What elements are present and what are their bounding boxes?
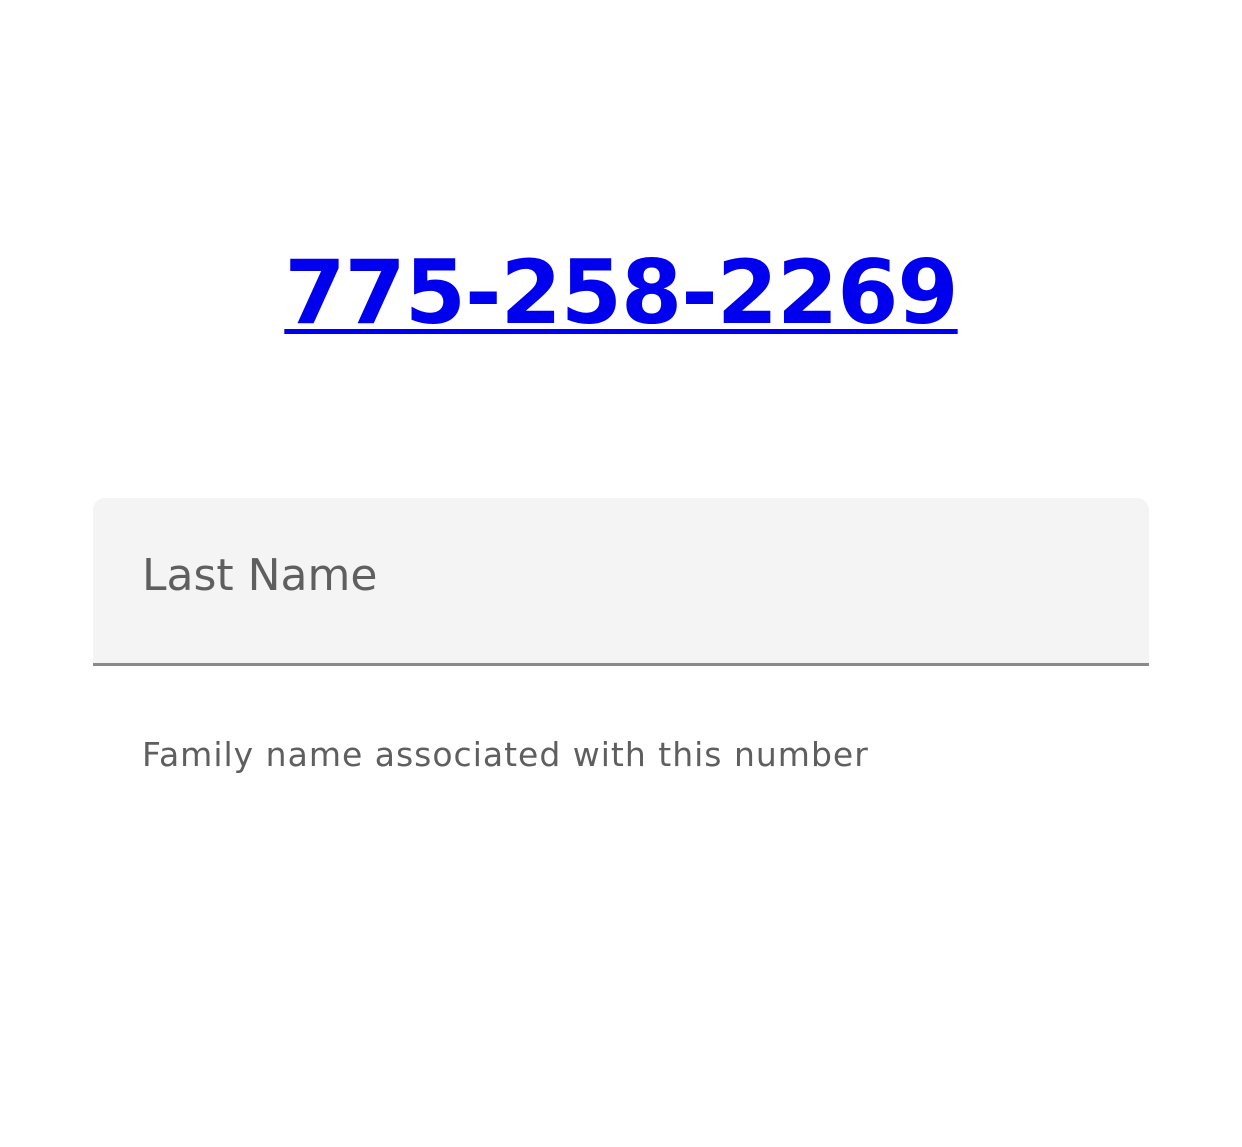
last-name-field[interactable]: Last Name [93,498,1149,666]
last-name-helper-text: Family name associated with this number [142,735,869,774]
last-name-input[interactable] [142,598,1109,648]
last-name-label: Last Name [142,550,378,601]
phone-number-link[interactable]: 775-258-2269 [0,240,1242,346]
